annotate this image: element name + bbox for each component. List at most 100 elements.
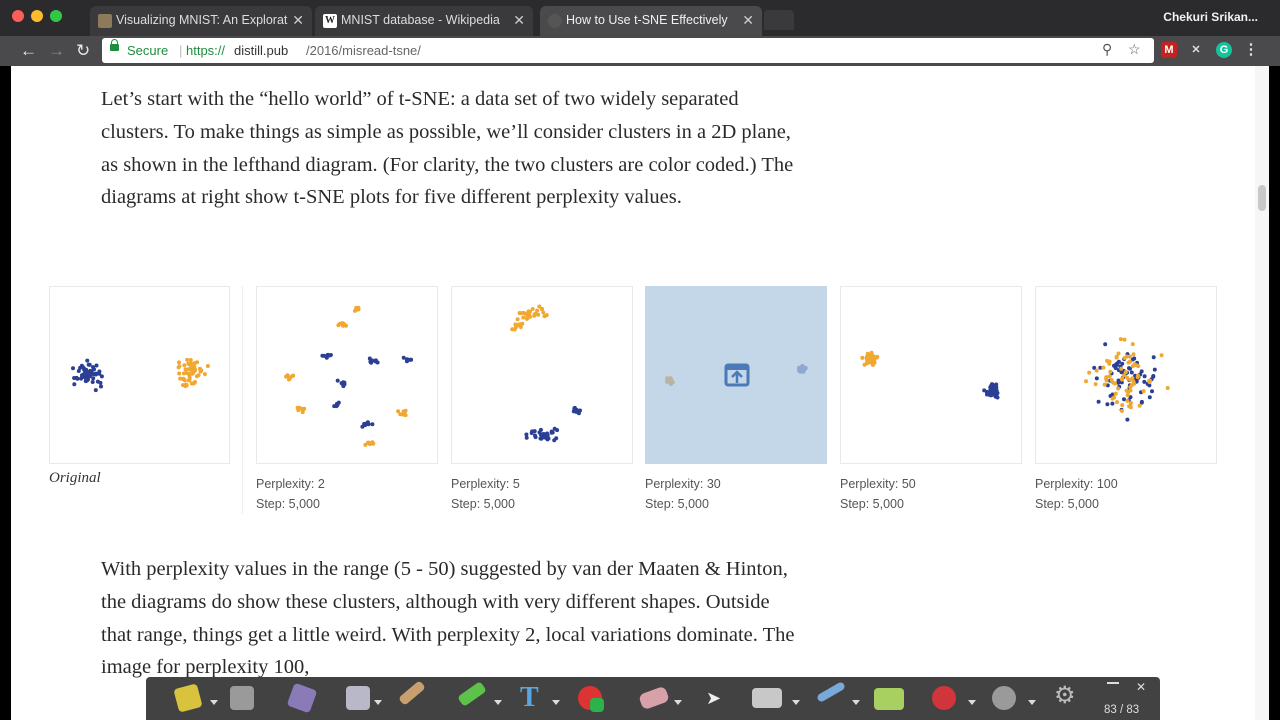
tab-mnist-wikipedia[interactable]: W MNIST database - Wikipedia ✕: [315, 6, 533, 36]
tsne-plot-perplexity-100[interactable]: [1035, 286, 1217, 464]
scatter-point: [1151, 355, 1156, 360]
scatter-point: [1151, 374, 1156, 379]
x-extension-icon[interactable]: ✕: [1188, 42, 1204, 58]
scatter-point: [1132, 362, 1137, 367]
forward-arrow-icon[interactable]: →: [48, 41, 65, 61]
note-tool-icon[interactable]: [346, 686, 370, 710]
mnist-favicon-icon: [98, 14, 112, 28]
webcam-icon[interactable]: [992, 686, 1016, 710]
close-tab-icon[interactable]: ✕: [742, 12, 754, 29]
chevron-down-icon[interactable]: [494, 700, 502, 705]
scatter-point: [1152, 367, 1157, 372]
scatter-point: [177, 360, 181, 365]
maximize-window-button[interactable]: [50, 10, 62, 22]
close-icon[interactable]: ✕: [1136, 680, 1146, 694]
scatter-point: [574, 407, 579, 412]
upload-icon[interactable]: [724, 363, 750, 387]
scatter-point: [521, 315, 526, 320]
scatter-point: [91, 376, 96, 381]
scatter-point: [205, 364, 210, 368]
window-edge: [1269, 66, 1280, 720]
scatter-point: [1087, 370, 1092, 375]
scatter-point: [1147, 395, 1152, 400]
scatter-point: [1125, 398, 1130, 403]
text-tool-icon[interactable]: T: [520, 684, 544, 712]
close-tab-icon[interactable]: ✕: [513, 12, 525, 29]
scatter-point: [287, 376, 292, 381]
back-arrow-icon[interactable]: ←: [20, 41, 37, 61]
url-scheme: https://: [186, 43, 226, 58]
close-tab-icon[interactable]: ✕: [292, 12, 304, 29]
chevron-down-icon[interactable]: [210, 700, 218, 705]
scatter-point: [79, 363, 84, 368]
menu-kebab-icon[interactable]: ⋮: [1243, 42, 1259, 58]
tsne-plot-perplexity-30[interactable]: [645, 286, 827, 464]
url-path: /2016/misread-tsne/: [306, 43, 421, 58]
scatter-point: [1105, 402, 1110, 407]
minimize-icon[interactable]: [1107, 682, 1119, 684]
fill-tool-icon[interactable]: [874, 688, 904, 710]
profile-name[interactable]: Chekuri Srikan...: [1163, 10, 1258, 24]
gmail-extension-icon[interactable]: M: [1161, 42, 1177, 58]
scrollbar[interactable]: [1255, 66, 1269, 720]
new-tab-button[interactable]: [764, 10, 794, 30]
scatter-point: [1114, 355, 1119, 360]
scatter-point: [1105, 358, 1109, 363]
chevron-down-icon[interactable]: [852, 700, 860, 705]
scatter-point: [284, 374, 289, 379]
tsne-plot-perplexity-50[interactable]: [840, 286, 1022, 464]
scatter-point: [870, 353, 875, 358]
scatter-point: [404, 359, 409, 364]
reload-icon[interactable]: ↻: [76, 41, 90, 61]
bookmark-star-icon[interactable]: ☆: [1128, 41, 1141, 58]
zoom-icon[interactable]: ⚲: [1102, 41, 1112, 58]
whiteboard-tool-icon[interactable]: [752, 688, 782, 708]
chevron-down-icon[interactable]: [552, 700, 560, 705]
scatter-point: [327, 353, 332, 358]
scatter-point: [91, 365, 95, 370]
stamp-tool-icon[interactable]: [230, 686, 254, 710]
scatter-point: [193, 380, 197, 384]
article-page: Let’s start with the “hello world” of t-…: [11, 66, 1255, 720]
scatter-point: [370, 440, 375, 445]
scatter-point: [552, 438, 557, 443]
scatter-point: [985, 392, 989, 397]
tsne-plot-perplexity-5[interactable]: [451, 286, 633, 464]
scatter-point: [515, 317, 520, 322]
scatter-point: [192, 368, 196, 373]
scatter-point: [335, 378, 340, 383]
scatter-point: [540, 432, 545, 437]
page-counter: 83 / 83: [1104, 704, 1140, 716]
scatter-point: [366, 422, 371, 427]
scatter-point: [300, 407, 305, 411]
close-window-button[interactable]: [12, 10, 24, 22]
tab-title: Visualizing MNIST: An Explorat: [116, 13, 288, 27]
chevron-down-icon[interactable]: [792, 700, 800, 705]
minimize-window-button[interactable]: [31, 10, 43, 22]
chevron-down-icon[interactable]: [968, 700, 976, 705]
scatter-point: [518, 311, 523, 316]
tsne-plot-perplexity-2[interactable]: [256, 286, 438, 464]
scatter-point: [1113, 381, 1117, 386]
scatter-point: [85, 358, 90, 363]
scatter-point: [322, 353, 327, 358]
scatter-point: [995, 390, 1000, 395]
scatter-point: [1104, 376, 1109, 381]
perplexity-label: Perplexity: 5: [451, 477, 520, 491]
scatter-point: [195, 360, 200, 365]
cursor-tool-icon[interactable]: ➤: [706, 688, 730, 712]
chevron-down-icon[interactable]: [674, 700, 682, 705]
scatter-point: [1129, 370, 1134, 375]
chevron-down-icon[interactable]: [374, 700, 382, 705]
scatter-point: [1118, 337, 1123, 342]
tab-tsne-effectively[interactable]: How to Use t-SNE Effectively ✕: [540, 6, 762, 36]
tab-visualizing-mnist[interactable]: Visualizing MNIST: An Explorat ✕: [90, 6, 312, 36]
scatter-point: [1122, 356, 1127, 360]
grammarly-extension-icon[interactable]: G: [1216, 42, 1232, 58]
address-bar[interactable]: Secure | https:// distill.pub /2016/misr…: [102, 38, 1154, 63]
record-button-icon[interactable]: [932, 686, 956, 710]
scrollbar-thumb[interactable]: [1258, 185, 1266, 211]
settings-gear-icon[interactable]: ⚙: [1054, 684, 1078, 708]
chevron-down-icon[interactable]: [1028, 700, 1036, 705]
scatter-point: [860, 355, 865, 360]
